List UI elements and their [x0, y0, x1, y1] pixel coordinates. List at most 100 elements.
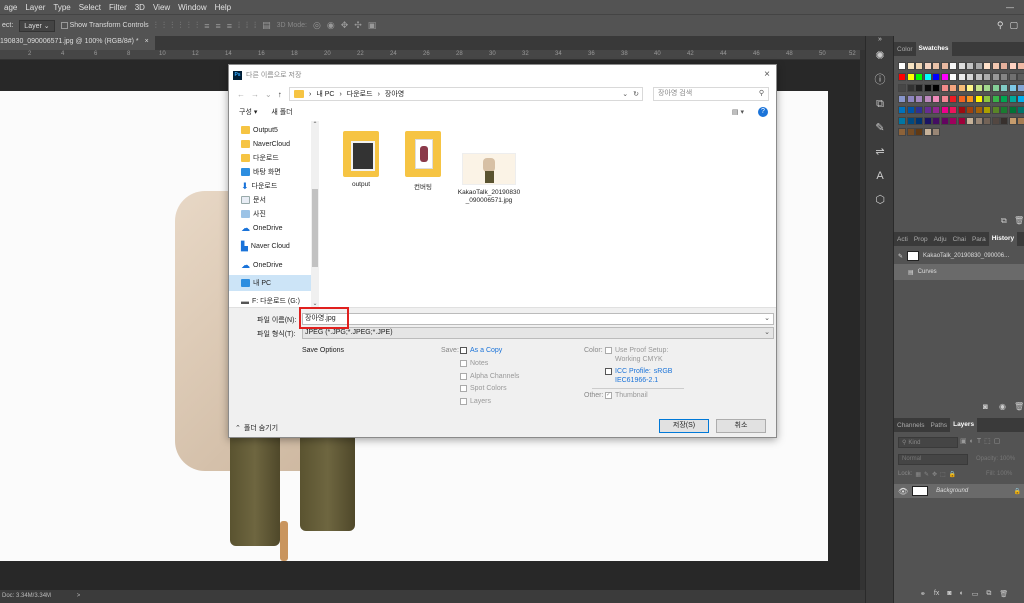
organize-button[interactable]: 구성 ▾ — [239, 107, 257, 117]
color-swatch[interactable] — [957, 117, 966, 125]
color-swatch[interactable] — [923, 95, 932, 103]
workspace-icon[interactable]: ▢ — [1009, 20, 1024, 31]
color-swatch[interactable] — [906, 62, 915, 70]
color-swatch[interactable] — [906, 84, 915, 92]
nav-item-downloads[interactable]: ⬇다운로드✱ — [241, 179, 317, 193]
scroll-down-icon[interactable]: ⌄ — [311, 300, 319, 307]
tab-color[interactable]: Color — [894, 46, 916, 53]
menu-item-type[interactable]: Type — [49, 3, 74, 12]
menu-item-layer[interactable]: Layer — [21, 3, 49, 12]
color-swatch[interactable] — [923, 73, 932, 81]
lock-transparent-icon[interactable]: ▦ — [915, 471, 921, 478]
color-swatch[interactable] — [1008, 62, 1017, 70]
color-swatch[interactable] — [932, 95, 940, 103]
tab-paragraph[interactable]: Para — [969, 236, 989, 243]
color-swatch[interactable] — [1000, 117, 1008, 125]
menu-item-select[interactable]: Select — [75, 3, 105, 12]
color-swatch[interactable] — [906, 95, 915, 103]
color-swatch[interactable] — [940, 117, 949, 125]
color-swatch[interactable] — [898, 95, 906, 103]
history-state[interactable]: ▤ Curves — [894, 264, 1024, 280]
color-swatch[interactable] — [949, 106, 957, 114]
color-swatch[interactable] — [932, 117, 940, 125]
color-swatch[interactable] — [966, 62, 974, 70]
color-swatch[interactable] — [983, 62, 991, 70]
history-snapshot[interactable]: ✎ KakaoTalk_20190830_090006... — [894, 248, 1024, 264]
color-swatch[interactable] — [1017, 117, 1024, 125]
color-swatch[interactable] — [923, 117, 932, 125]
color-swatch[interactable] — [915, 84, 923, 92]
color-swatch[interactable] — [991, 62, 1000, 70]
3d-panel-icon[interactable]: ⬡ — [866, 188, 894, 212]
color-swatch[interactable] — [974, 73, 983, 81]
distribute-right-icon[interactable]: ⦙ — [254, 20, 256, 31]
nav-item-my-pc[interactable]: 내 PC — [229, 275, 311, 291]
thumbnail-checkbox[interactable]: ✓ Thumbnail — [605, 392, 648, 399]
color-swatch[interactable] — [1008, 106, 1017, 114]
color-swatch[interactable] — [1000, 62, 1008, 70]
color-swatch[interactable] — [983, 106, 991, 114]
align-top-icon[interactable]: ⫶ — [155, 20, 157, 31]
color-swatch[interactable] — [906, 117, 915, 125]
3d-pan-icon[interactable]: ✥ — [341, 20, 349, 31]
refresh-icon[interactable]: ↻ — [633, 90, 642, 98]
link-layers-icon[interactable]: ⚭ — [920, 590, 926, 598]
color-swatch[interactable] — [957, 73, 966, 81]
color-swatch[interactable] — [932, 128, 940, 136]
nav-item-pictures[interactable]: 사진✱ — [241, 207, 317, 221]
color-swatch[interactable] — [991, 117, 1000, 125]
color-swatch[interactable] — [915, 117, 923, 125]
spot-colors-checkbox[interactable]: Spot Colors — [460, 385, 507, 392]
document-tab-close-icon[interactable]: × — [145, 38, 149, 50]
color-swatch[interactable] — [940, 73, 949, 81]
color-swatch[interactable] — [915, 128, 923, 136]
color-swatch[interactable] — [940, 84, 949, 92]
icc-profile-checkbox[interactable]: ICC Profile: sRGB — [605, 368, 672, 375]
color-swatch[interactable] — [957, 106, 966, 114]
color-swatch[interactable] — [906, 106, 915, 114]
auto-select-dropdown[interactable]: Layer ⌄ — [19, 19, 55, 32]
tab-actions[interactable]: Acti — [894, 236, 911, 243]
proof-setup-checkbox[interactable]: Use Proof Setup: — [605, 347, 668, 354]
color-swatch[interactable] — [949, 62, 957, 70]
nav-item-navercloud[interactable]: NaverCloud✱ — [241, 137, 317, 151]
color-swatch[interactable] — [915, 62, 923, 70]
history-delete-icon[interactable]: 🗑 — [1014, 402, 1024, 411]
recent-dropdown-icon[interactable]: ⌄ — [265, 90, 272, 99]
color-swatch[interactable] — [974, 117, 983, 125]
glyphs-panel-icon[interactable]: A — [866, 164, 894, 188]
nav-item-onedrive[interactable]: ☁ OneDrive — [241, 258, 317, 272]
color-swatch[interactable] — [966, 106, 974, 114]
tab-channels[interactable]: Channels — [894, 422, 927, 429]
color-swatch[interactable] — [966, 95, 974, 103]
lock-image-icon[interactable]: ✎ — [924, 471, 929, 478]
new-layer-icon[interactable]: ⧉ — [986, 590, 991, 598]
tab-swatches[interactable]: Swatches — [915, 42, 952, 56]
collapse-icon[interactable]: » — [866, 36, 894, 44]
color-swatch[interactable] — [957, 84, 966, 92]
color-swatch[interactable] — [966, 73, 974, 81]
scroll-up-icon[interactable]: ⌃ — [311, 121, 319, 128]
forward-arrow-icon[interactable]: → — [251, 90, 259, 99]
minimize-icon[interactable]: — — [1006, 3, 1014, 12]
color-swatch[interactable] — [949, 73, 957, 81]
distribute-bottom-icon[interactable]: ≡ — [227, 21, 232, 31]
color-swatch[interactable] — [898, 117, 906, 125]
layer-row-background[interactable]: 👁 Background 🔒 — [894, 484, 1024, 498]
menu-item-image[interactable]: age — [0, 3, 21, 12]
color-swatch[interactable] — [915, 106, 923, 114]
distribute-center-icon[interactable]: ⦙ — [246, 20, 248, 31]
color-swatch[interactable] — [974, 62, 983, 70]
nav-item-naver-cloud[interactable]: ▙ Naver Cloud — [241, 239, 317, 253]
dialog-close-icon[interactable]: × — [764, 69, 770, 80]
menu-item-filter[interactable]: Filter — [105, 3, 131, 12]
color-swatch[interactable] — [932, 106, 940, 114]
lock-artboard-icon[interactable]: ⬚ — [940, 471, 946, 478]
distribute-top-icon[interactable]: ≡ — [204, 21, 209, 31]
align-center-icon[interactable]: ⫶ — [188, 20, 190, 31]
3d-roll-icon[interactable]: ◉ — [327, 20, 335, 31]
color-swatch[interactable] — [949, 117, 957, 125]
view-options-icon[interactable]: ▤ ▾ — [732, 108, 744, 116]
libraries-panel-icon[interactable]: ⧉ — [866, 92, 894, 116]
as-a-copy-checkbox[interactable]: As a Copy — [460, 347, 502, 354]
